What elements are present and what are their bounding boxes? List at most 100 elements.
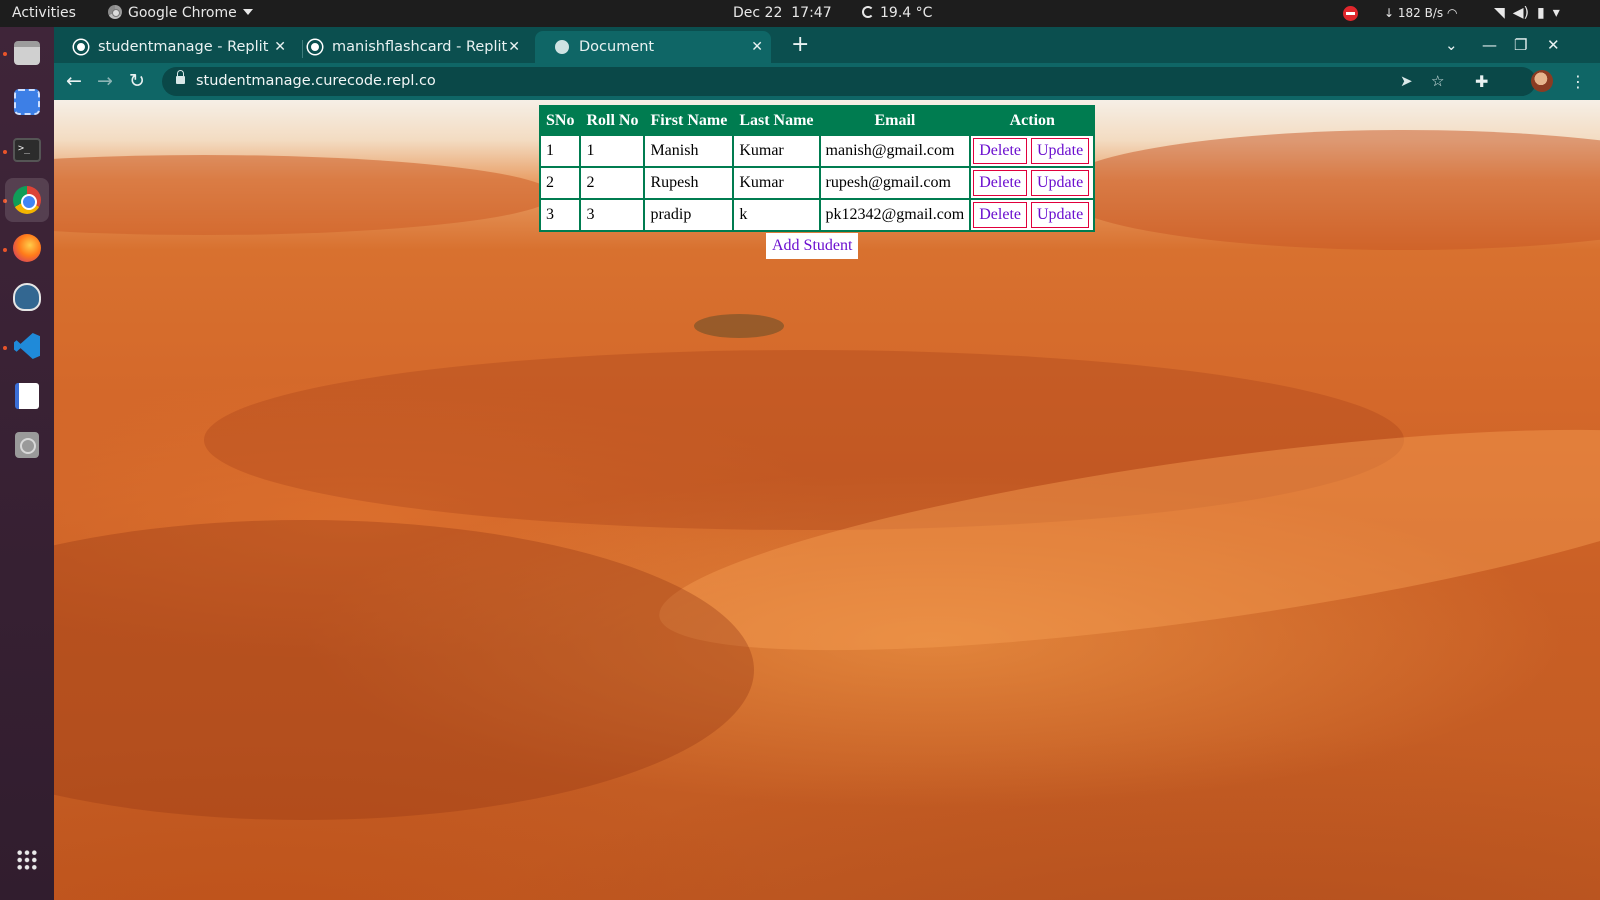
app-menu[interactable]: Google Chrome — [108, 0, 253, 27]
cell-last-name: k — [734, 200, 819, 230]
column-header-last-name: Last Name — [734, 107, 819, 134]
cell-email: manish@gmail.com — [820, 136, 970, 166]
extensions-puzzle-icon[interactable]: ✚ — [1475, 63, 1488, 100]
globe-favicon-icon — [555, 40, 569, 54]
files-icon — [14, 41, 40, 65]
close-tab-icon[interactable]: ✕ — [274, 31, 286, 63]
weather-indicator[interactable]: 19.4 °C — [862, 0, 932, 27]
tab-manishflashcard[interactable]: manishflashcard - Replit ✕ — [288, 31, 528, 63]
caret-down-icon — [242, 9, 253, 15]
new-tab-button[interactable]: + — [791, 32, 809, 58]
clock[interactable]: Dec 22 17:47 — [733, 0, 832, 27]
tab-studentmanage[interactable]: studentmanage - Replit ✕ — [54, 31, 294, 63]
delete-button[interactable]: Delete — [973, 138, 1027, 164]
profile-avatar[interactable] — [1531, 70, 1553, 92]
update-button[interactable]: Update — [1031, 138, 1090, 164]
vscode-launcher[interactable] — [9, 328, 45, 364]
cell-first-name: Manish — [645, 136, 733, 166]
send-icon[interactable]: ➤ — [1400, 67, 1413, 96]
cell-email: rupesh@gmail.com — [820, 168, 970, 198]
tab-strip: studentmanage - Replit ✕ manishflashcard… — [54, 27, 1600, 63]
update-button[interactable]: Update — [1031, 202, 1090, 228]
cell-sno: 3 — [541, 200, 580, 230]
system-top-bar: Activities Google Chrome Dec 22 17:47 19… — [0, 0, 1600, 27]
dune-ridge — [1054, 130, 1600, 250]
disc-launcher[interactable] — [9, 427, 45, 463]
page-viewport: SNo Roll No First Name Last Name Email A… — [54, 100, 1600, 900]
dock: >_ — [0, 27, 54, 900]
lock-icon[interactable] — [176, 70, 185, 84]
clock-date: Dec 22 — [733, 5, 783, 21]
update-button[interactable]: Update — [1031, 170, 1090, 196]
tab-title: Document — [579, 39, 655, 55]
bookmark-star-icon[interactable]: ☆ — [1431, 67, 1444, 96]
url-text[interactable]: studentmanage.curecode.repl.co — [196, 67, 436, 96]
column-header-roll-no: Roll No — [581, 107, 644, 134]
more-menu-icon[interactable]: ⋮ — [1570, 63, 1586, 100]
postgres-elephant-icon — [13, 283, 41, 311]
running-indicator — [3, 52, 7, 56]
running-indicator — [3, 150, 7, 154]
network-speed: ↓ 182 B/s ◠ — [1384, 0, 1457, 27]
do-not-disturb-icon[interactable] — [1343, 6, 1358, 21]
screenshot-launcher[interactable] — [9, 84, 45, 120]
battery-icon: ▮ — [1537, 5, 1545, 21]
files-launcher[interactable] — [9, 35, 45, 71]
close-tab-icon[interactable]: ✕ — [751, 31, 763, 63]
cell-last-name: Kumar — [734, 136, 819, 166]
wifi-signal-icon: ◥ — [1494, 5, 1505, 21]
cell-roll-no: 2 — [581, 168, 644, 198]
delete-button[interactable]: Delete — [973, 170, 1027, 196]
replit-favicon-icon — [74, 40, 88, 54]
cell-sno: 1 — [541, 136, 580, 166]
table-header-row: SNo Roll No First Name Last Name Email A… — [541, 107, 1094, 134]
tab-search-button[interactable]: ⌄ — [1445, 27, 1458, 63]
cell-roll-no: 3 — [581, 200, 644, 230]
firefox-icon — [13, 234, 41, 262]
cell-action: Delete Update — [971, 200, 1094, 230]
activities-button[interactable]: Activities — [12, 0, 76, 27]
firefox-launcher[interactable] — [9, 230, 45, 266]
running-indicator — [3, 346, 7, 350]
close-tab-icon[interactable]: ✕ — [508, 31, 520, 63]
app-menu-label: Google Chrome — [128, 5, 237, 21]
terminal-launcher[interactable]: >_ — [9, 132, 45, 168]
reload-button[interactable]: ↻ — [129, 63, 145, 100]
tab-title: studentmanage - Replit — [98, 39, 269, 55]
text-editor-launcher[interactable] — [9, 378, 45, 414]
cell-action: Delete Update — [971, 168, 1094, 198]
address-bar[interactable]: studentmanage.curecode.repl.co ➤ ☆ — [162, 67, 1536, 96]
chrome-launcher[interactable] — [5, 178, 49, 222]
dune-ridge — [54, 155, 554, 235]
terminal-icon: >_ — [13, 138, 41, 162]
show-applications-button[interactable] — [9, 842, 45, 878]
tab-document[interactable]: Document ✕ — [535, 31, 771, 63]
vscode-icon — [14, 333, 40, 359]
text-editor-icon — [15, 383, 39, 409]
close-window-button[interactable]: ✕ — [1547, 27, 1560, 63]
column-header-email: Email — [820, 107, 970, 134]
students-table: SNo Roll No First Name Last Name Email A… — [539, 105, 1096, 232]
back-button[interactable]: ← — [66, 63, 82, 100]
network-speed-label: ↓ 182 B/s — [1384, 6, 1444, 20]
delete-button[interactable]: Delete — [973, 202, 1027, 228]
cell-first-name: Rupesh — [645, 168, 733, 198]
chrome-icon — [13, 186, 41, 214]
system-menu[interactable]: ◥ ◀) ▮ ▾ — [1494, 0, 1568, 27]
forward-button[interactable]: → — [97, 63, 113, 100]
table-row: 1 1 Manish Kumar manish@gmail.com Delete… — [541, 136, 1094, 166]
column-header-sno: SNo — [541, 107, 580, 134]
add-student-button[interactable]: Add Student — [766, 233, 859, 259]
tab-title: manishflashcard - Replit — [332, 39, 508, 55]
minimize-button[interactable]: — — [1482, 27, 1497, 63]
pgadmin-launcher[interactable] — [9, 279, 45, 315]
table-row: 3 3 pradip k pk12342@gmail.com Delete Up… — [541, 200, 1094, 230]
column-header-action: Action — [971, 107, 1094, 134]
clock-time: 17:47 — [791, 5, 832, 21]
wifi-icon: ◠ — [1446, 6, 1458, 20]
weather-icon — [862, 6, 874, 18]
system-caret-icon: ▾ — [1552, 5, 1560, 21]
restore-button[interactable]: ❐ — [1514, 27, 1527, 63]
cell-sno: 2 — [541, 168, 580, 198]
temperature: 19.4 °C — [880, 5, 933, 21]
